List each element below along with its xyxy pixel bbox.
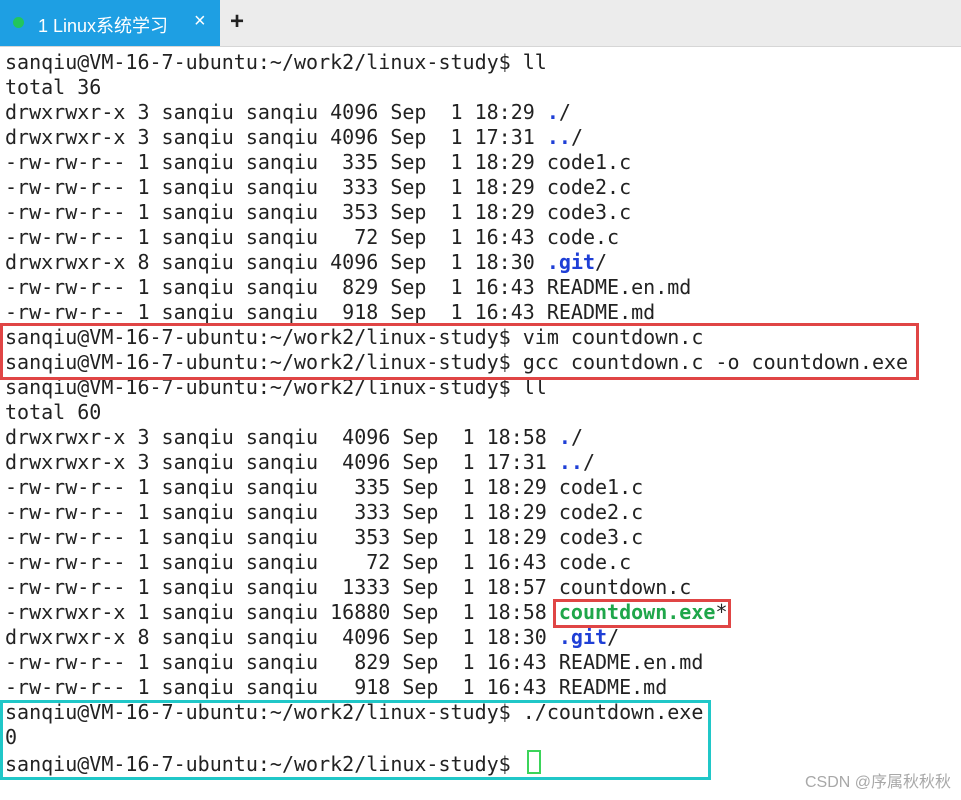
terminal-line: -rw-rw-r-- 1 sanqiu sanqiu 918 Sep 1 16:… (5, 675, 668, 699)
directory-name: . (558, 425, 571, 449)
terminal-line: total 60 (5, 400, 102, 424)
terminal-line: -rw-rw-r-- 1 sanqiu sanqiu 333 Sep 1 18:… (5, 175, 632, 199)
terminal-tab[interactable]: 1 Linux系统学习 × (0, 0, 220, 46)
terminal-line: -rw-rw-r-- 1 sanqiu sanqiu 353 Sep 1 18:… (5, 200, 632, 224)
directory-name: .. (558, 450, 583, 474)
terminal-line: -rw-rw-r-- 1 sanqiu sanqiu 918 Sep 1 16:… (5, 300, 656, 324)
terminal-line: drwxrwxr-x 8 sanqiu sanqiu 4096 Sep 1 18… (5, 250, 608, 274)
terminal-line: total 36 (5, 75, 102, 99)
connection-status-icon (13, 17, 24, 28)
directory-name: .git (546, 250, 596, 274)
terminal-line: -rw-rw-r-- 1 sanqiu sanqiu 335 Sep 1 18:… (5, 475, 644, 499)
close-icon[interactable]: × (194, 10, 206, 33)
terminal-line: -rw-rw-r-- 1 sanqiu sanqiu 1333 Sep 1 18… (5, 575, 692, 599)
terminal-output[interactable]: sanqiu@VM-16-7-ubuntu:~/work2/linux-stud… (5, 50, 955, 776)
terminal-line: -rw-rw-r-- 1 sanqiu sanqiu 335 Sep 1 18:… (5, 150, 632, 174)
terminal-line: -rwxrwxr-x 1 sanqiu sanqiu 16880 Sep 1 1… (5, 600, 728, 624)
terminal-line: -rw-rw-r-- 1 sanqiu sanqiu 829 Sep 1 16:… (5, 650, 704, 674)
terminal-line: -rw-rw-r-- 1 sanqiu sanqiu 333 Sep 1 18:… (5, 500, 644, 524)
directory-name: . (546, 100, 559, 124)
watermark: CSDN @序属秋秋秋 (804, 774, 951, 791)
terminal-line: drwxrwxr-x 3 sanqiu sanqiu 4096 Sep 1 18… (5, 425, 583, 449)
terminal-line: -rw-rw-r-- 1 sanqiu sanqiu 72 Sep 1 16:4… (5, 225, 620, 249)
terminal-line: drwxrwxr-x 8 sanqiu sanqiu 4096 Sep 1 18… (5, 625, 620, 649)
terminal-line: drwxrwxr-x 3 sanqiu sanqiu 4096 Sep 1 18… (5, 100, 571, 124)
terminal-line: -rw-rw-r-- 1 sanqiu sanqiu 72 Sep 1 16:4… (5, 550, 632, 574)
terminal-line: drwxrwxr-x 3 sanqiu sanqiu 4096 Sep 1 17… (5, 125, 583, 149)
highlight-box-executable (553, 599, 731, 628)
highlight-box-run-output (0, 700, 711, 780)
terminal-line: -rw-rw-r-- 1 sanqiu sanqiu 353 Sep 1 18:… (5, 525, 644, 549)
terminal-line: sanqiu@VM-16-7-ubuntu:~/work2/linux-stud… (5, 50, 547, 74)
add-tab-icon[interactable]: + (230, 8, 244, 36)
highlight-box-compile-commands (0, 323, 919, 380)
tab-title: 1 Linux系统学习 (38, 16, 169, 36)
terminal-line: drwxrwxr-x 3 sanqiu sanqiu 4096 Sep 1 17… (5, 450, 596, 474)
tab-bar: 1 Linux系统学习 × + (0, 0, 961, 47)
directory-name: .git (558, 625, 608, 649)
terminal-line: -rw-rw-r-- 1 sanqiu sanqiu 829 Sep 1 16:… (5, 275, 692, 299)
directory-name: .. (546, 125, 571, 149)
